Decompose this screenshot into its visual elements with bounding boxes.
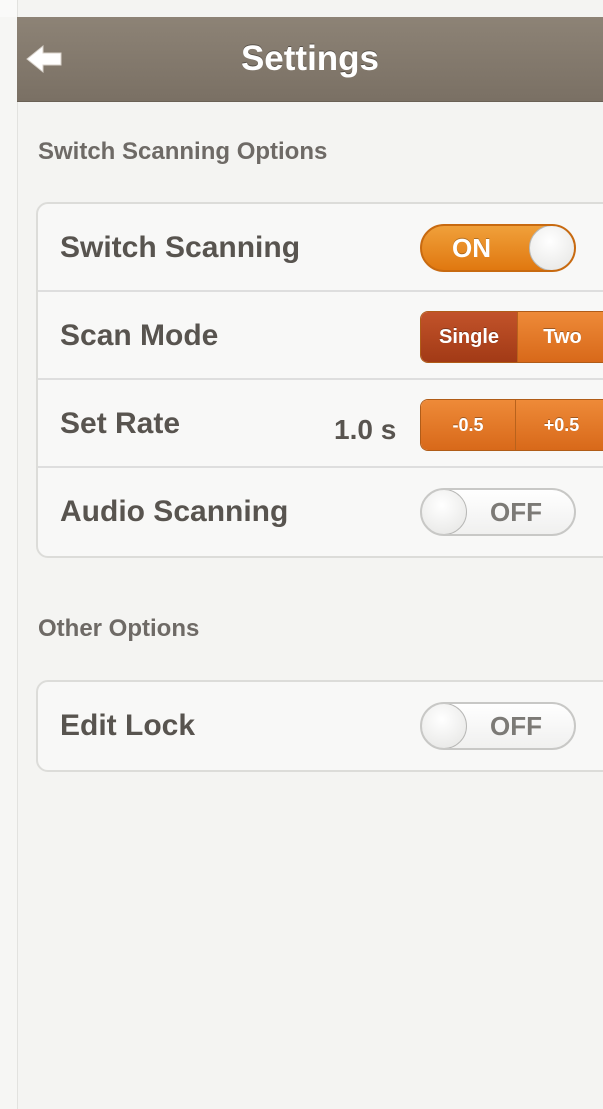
rate-increase-button[interactable]: +0.5 <box>515 400 603 450</box>
set-rate-row: Set Rate 1.0 s -0.5 +0.5 <box>38 380 603 468</box>
switch-scanning-toggle[interactable]: ON <box>420 224 576 272</box>
edit-lock-label: Edit Lock <box>60 709 196 742</box>
edit-lock-toggle[interactable]: OFF <box>420 702 576 750</box>
section-header-switch-scanning: Switch Scanning Options <box>38 138 328 165</box>
toggle-state-text: OFF <box>490 711 542 741</box>
scan-mode-two-button[interactable]: Two <box>517 312 603 362</box>
section-header-other-options: Other Options <box>38 615 200 642</box>
navigation-bar: Settings <box>17 17 603 102</box>
scan-mode-label: Scan Mode <box>60 319 219 352</box>
switch-scanning-row: Switch Scanning ON <box>38 204 603 292</box>
set-rate-label: Set Rate <box>60 407 181 440</box>
audio-scanning-row: Audio Scanning OFF <box>38 468 603 556</box>
rate-adjust-segmented-control: -0.5 +0.5 <box>420 399 603 451</box>
audio-scanning-label: Audio Scanning <box>60 495 289 528</box>
toggle-knob <box>422 704 467 748</box>
toggle-state-text: OFF <box>490 497 542 527</box>
audio-scanning-toggle[interactable]: OFF <box>420 488 576 536</box>
edit-lock-row: Edit Lock OFF <box>38 682 603 770</box>
back-button[interactable] <box>25 43 65 75</box>
arrow-left-icon <box>26 44 62 74</box>
other-options-group: Edit Lock OFF <box>36 680 603 772</box>
page-title: Settings <box>240 39 380 78</box>
scan-mode-segmented-control: Single Two <box>420 311 603 363</box>
switch-scanning-group: Switch Scanning ON Scan Mode Single Two … <box>36 202 603 558</box>
scan-mode-single-button[interactable]: Single <box>421 312 517 362</box>
toggle-state-text: ON <box>452 233 491 263</box>
toggle-knob <box>422 490 467 534</box>
rate-value: 1.0 s <box>334 414 397 445</box>
scan-mode-row: Scan Mode Single Two <box>38 292 603 380</box>
switch-scanning-label: Switch Scanning <box>60 231 301 264</box>
rate-decrease-button[interactable]: -0.5 <box>421 400 515 450</box>
toggle-knob <box>529 226 574 270</box>
